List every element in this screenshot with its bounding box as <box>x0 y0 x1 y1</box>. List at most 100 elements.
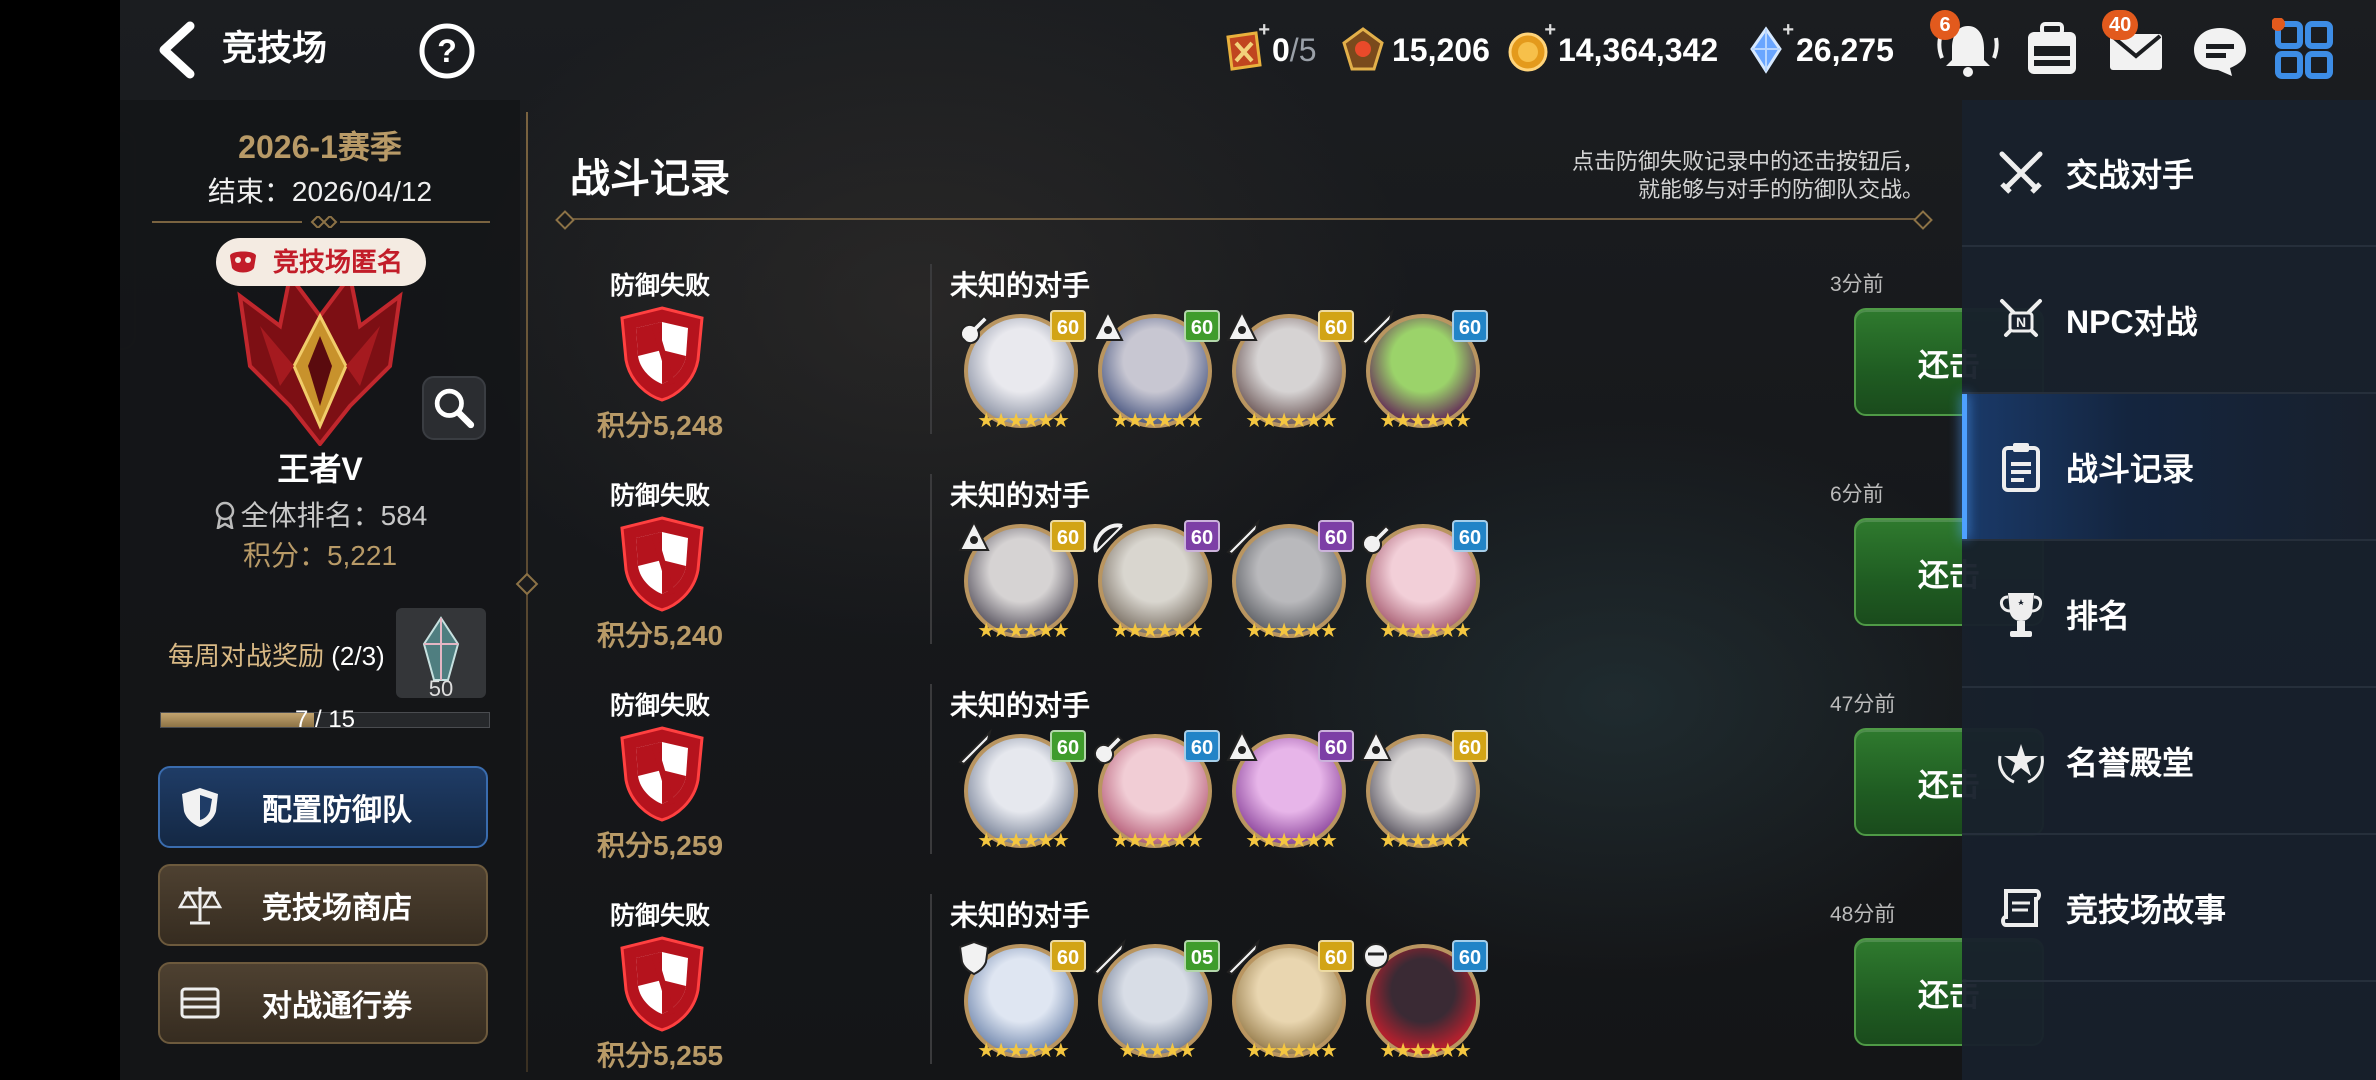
opponent-hero[interactable]: 60 ★★★★★★ <box>960 310 1086 432</box>
page-title: 竞技场 <box>222 29 328 68</box>
hero-class-rogue-icon <box>1363 943 1389 969</box>
trophy-icon <box>2000 592 2042 637</box>
battle-record-row: 防御失败 积分5,240 未知的对手 6分前 还击 60 ★★★★★★ 60 ★★★★… <box>550 474 2044 684</box>
hero-class-bow-icon <box>1093 523 1123 553</box>
opponent-hero[interactable]: 60 ★★★★★★ <box>958 940 1086 1062</box>
arena-side-menu: 交战对手 N NPC对战 战斗记录 排名 名誉殿堂 竞技场故事 <box>1962 100 2376 1080</box>
hero-stars: ★★★★★★ <box>1379 1040 1472 1062</box>
svg-text:?: ? <box>437 33 457 69</box>
menu-item-npc-battle[interactable]: N NPC对战 <box>1962 247 2376 394</box>
menu-item-arena-story[interactable]: 竞技场故事 <box>1962 835 2376 982</box>
weekly-reward-label: 每周对战奖励 (2/3) <box>168 636 385 673</box>
crystal-resource[interactable]: + 26,275 <box>1744 19 1894 78</box>
hero-level: 60 <box>1050 940 1086 972</box>
ornamental-divider <box>152 216 490 228</box>
hero-stars: ★★★★★★ <box>1379 830 1472 852</box>
defense-score: 积分5,248 <box>596 410 724 441</box>
opponent-hero[interactable]: 60 ★★★★★★ <box>1360 729 1488 852</box>
clipboard-icon <box>2002 442 2040 492</box>
battle-records-panel: 战斗记录 点击防御失败记录中的还击按钮后， 就能够与对手的防御队交战。 防御失败… <box>550 100 2044 1080</box>
honor-badge-icon <box>1340 25 1386 75</box>
gold-resource[interactable]: + 14,364,342 <box>1506 19 1719 78</box>
opponent-hero[interactable]: 60 ★★★★★★ <box>1362 520 1488 642</box>
arena-shop-button[interactable]: 竞技场商店 <box>158 864 488 946</box>
player-score: 积分：5,221 <box>242 540 398 571</box>
hero-level: 60 <box>1184 310 1220 342</box>
opponent-hero[interactable]: 05 ★★★★★ <box>1092 938 1220 1062</box>
hero-stars: ★★★★★★ <box>1245 410 1338 432</box>
defense-result: 防御失败 <box>609 482 710 510</box>
opponent-hero[interactable]: 60 ★★★★★★ <box>1226 518 1354 642</box>
honor-count: 15,206 <box>1392 31 1490 68</box>
menu-item-hall-of-fame[interactable]: 名誉殿堂 <box>1962 688 2376 835</box>
opponent-hero[interactable]: 60 ★★★★★★ <box>1360 308 1488 432</box>
menu-item-opponents[interactable]: 交战对手 <box>1962 100 2376 247</box>
overall-rank-text: 全体排名：584 <box>240 500 428 531</box>
reward-quantity: 50 <box>428 676 454 701</box>
row-divider <box>930 684 932 854</box>
opponent-hero[interactable]: 60 ★★★★★★ <box>1226 729 1354 852</box>
hero-level: 60 <box>1452 520 1488 552</box>
hero-class-mage-icon <box>1226 309 1258 341</box>
gold-count: 14,364,342 <box>1558 31 1719 68</box>
opponent-hero[interactable]: 60 ★★★★★★ <box>1094 730 1220 852</box>
mail-button[interactable]: 40 <box>2102 10 2168 82</box>
help-icon[interactable]: ? <box>418 22 476 80</box>
hero-level: 60 <box>1050 520 1086 552</box>
ticket-max: /5 <box>1289 31 1317 68</box>
opponent-name: 未知的对手 <box>950 270 1091 301</box>
hero-class-sword-icon <box>1360 308 1394 346</box>
main-menu-button[interactable] <box>2271 17 2336 82</box>
opponent-hero[interactable]: 60 ★★★★★★ <box>958 728 1086 852</box>
opponent-hero[interactable]: 60 ★★★★★★ <box>1093 520 1220 642</box>
hero-stars: ★★★★★ <box>1118 1040 1197 1062</box>
menu-label: 排名 <box>2066 597 2131 634</box>
hint-line-2: 就能够与对手的防御队交战。 <box>1637 177 1924 202</box>
defense-score: 积分5,259 <box>596 830 724 861</box>
battle-pass-button[interactable]: 对战通行券 <box>158 962 488 1044</box>
chat-button[interactable] <box>2188 18 2252 82</box>
battle-pass-label: 对战通行券 <box>262 990 412 1023</box>
back-arrow-icon[interactable] <box>150 20 210 80</box>
hint-line-1: 点击防御失败记录中的还击按钮后， <box>1571 149 1924 174</box>
top-bar: 竞技场 ? + 0 /5 15,206 + 14,364,342 + 26,27… <box>120 0 2376 100</box>
menu-label: 战斗记录 <box>2066 450 2195 487</box>
battle-time: 3分前 <box>1830 273 1884 296</box>
opponent-hero[interactable]: 60 ★★★★★★ <box>1362 940 1488 1062</box>
opponent-hero[interactable]: 60 ★★★★★★ <box>958 519 1086 642</box>
arena-ticket-resource[interactable]: + 0 /5 <box>1220 19 1317 78</box>
hero-class-sword-icon <box>1226 938 1260 976</box>
hero-stars: ★★★★★★ <box>1379 410 1472 432</box>
screen: 竞技场 ? + 0 /5 15,206 + 14,364,342 + 26,27… <box>0 0 2376 1080</box>
menu-item-battle-records[interactable]: 战斗记录 <box>1962 394 2376 541</box>
inventory-button[interactable] <box>2020 18 2084 82</box>
hero-stars: ★★★★★★ <box>1111 620 1204 642</box>
opponent-hero[interactable]: 60 ★★★★★★ <box>1092 309 1220 432</box>
season-end-date: 结束：2026/04/12 <box>207 176 433 207</box>
crystal-icon: + <box>1744 19 1794 75</box>
hero-stars: ★★★★★★ <box>977 410 1070 432</box>
opponent-name: 未知的对手 <box>950 690 1091 721</box>
battle-time: 47分前 <box>1830 693 1896 716</box>
mail-badge: 40 <box>2102 10 2139 40</box>
hero-stars: ★★★★★★ <box>977 1040 1070 1062</box>
search-player-button[interactable] <box>422 376 486 440</box>
hero-level: 60 <box>1050 310 1086 342</box>
hero-class-lute-icon <box>1362 524 1392 554</box>
configure-defense-button[interactable]: 配置防御队 <box>158 766 488 848</box>
arena-shop-label: 竞技场商店 <box>262 892 412 925</box>
opponent-hero[interactable]: 60 ★★★★★★ <box>1226 309 1354 432</box>
rank-tier-name: 王者V <box>277 451 363 487</box>
gold-coin-icon: + <box>1506 19 1556 75</box>
scroll-icon <box>2001 888 2041 927</box>
shield-icon <box>182 788 218 827</box>
opponent-hero[interactable]: 60 ★★★★★★ <box>1226 938 1354 1062</box>
player-info-panel: 2026-1赛季 结束：2026/04/12 竞技场匿名 王者V 全体排名：58… <box>120 100 520 1080</box>
defense-failed-shield-icon <box>620 726 704 822</box>
notification-button[interactable]: 6 <box>1930 10 2000 82</box>
battle-time: 48分前 <box>1830 903 1896 926</box>
row-divider <box>930 474 932 644</box>
hero-stars: ★★★★★★ <box>1245 830 1338 852</box>
hero-class-sword-icon <box>1092 938 1126 976</box>
menu-item-ranking[interactable]: 排名 <box>1962 541 2376 688</box>
